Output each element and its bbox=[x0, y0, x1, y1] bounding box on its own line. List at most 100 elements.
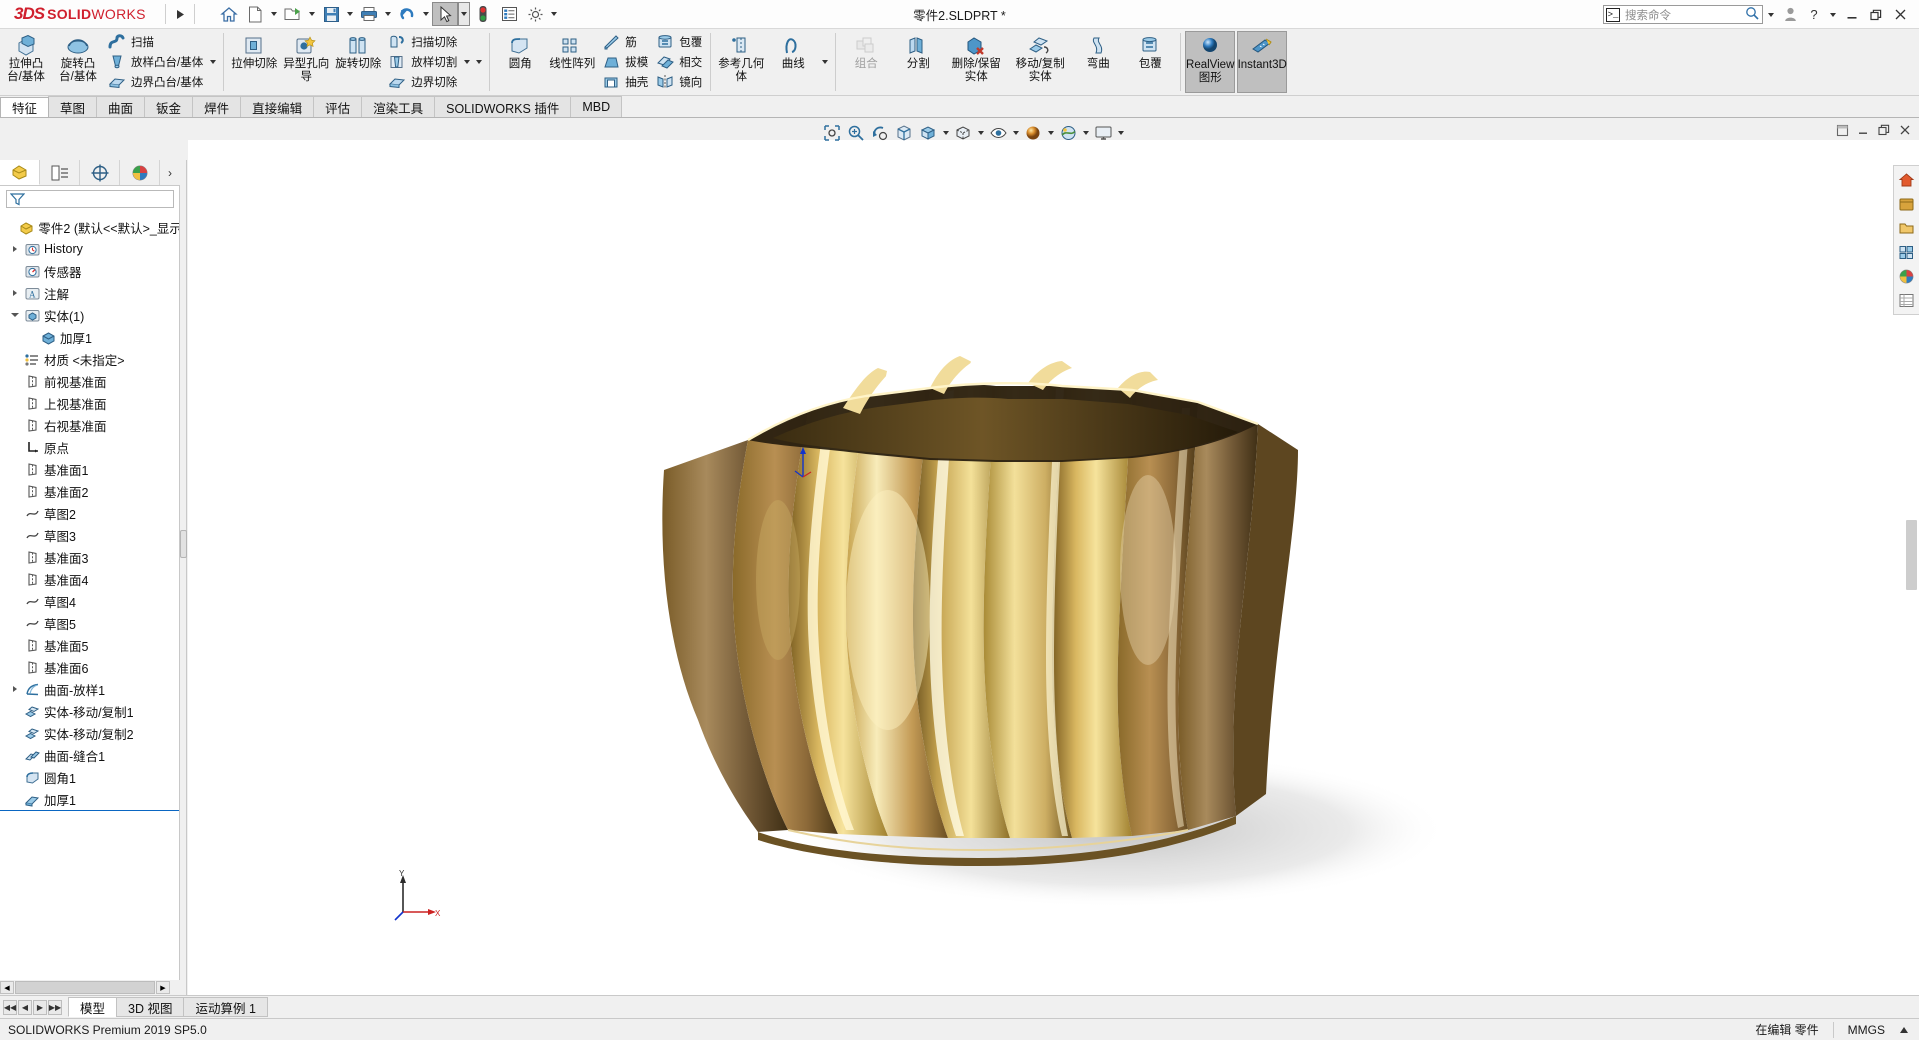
undo-chevron-down-icon[interactable] bbox=[420, 2, 432, 26]
reference-geometry-button[interactable]: 参考几何体 bbox=[715, 31, 767, 93]
boss-base-more-chevron-down-icon[interactable] bbox=[207, 31, 219, 93]
tab-weldments[interactable]: 焊件 bbox=[192, 96, 242, 117]
tree-sensors[interactable]: 传感器 bbox=[0, 260, 179, 282]
scene-chevron-down-icon[interactable] bbox=[1080, 121, 1091, 145]
user-account-icon[interactable] bbox=[1779, 4, 1801, 26]
view-settings-chevron-down-icon[interactable] bbox=[1115, 121, 1126, 145]
tree-plane6[interactable]: 基准面6 bbox=[0, 656, 179, 678]
previous-view-icon[interactable] bbox=[868, 121, 892, 145]
appearance-chevron-down-icon[interactable] bbox=[1045, 121, 1056, 145]
save-floppy-icon[interactable] bbox=[318, 2, 344, 26]
tree-plane2[interactable]: 基准面2 bbox=[0, 480, 179, 502]
tree-front-plane[interactable]: 前视基准面 bbox=[0, 370, 179, 392]
tree-surface-loft1[interactable]: 曲面-放样1 bbox=[0, 678, 179, 700]
file-explorer-icon[interactable] bbox=[1896, 217, 1918, 239]
open-folder-icon[interactable] bbox=[280, 2, 306, 26]
display-style-chevron-down-icon[interactable] bbox=[975, 121, 986, 145]
tree-sketch2[interactable]: 草图2 bbox=[0, 502, 179, 524]
bottom-tab-motion-study-1[interactable]: 运动算例 1 bbox=[183, 997, 268, 1017]
help-chevron-down-icon[interactable] bbox=[1827, 3, 1839, 27]
swept-cut-row[interactable]: 扫描切除 bbox=[384, 32, 461, 52]
revolved-cut-button[interactable]: 旋转切除 bbox=[332, 31, 384, 93]
design-library-icon[interactable] bbox=[1896, 193, 1918, 215]
model-viewport[interactable] bbox=[188, 140, 1919, 995]
bottom-tab-model[interactable]: 模型 bbox=[68, 997, 118, 1017]
linear-pattern-button[interactable]: 线性阵列 bbox=[546, 31, 598, 93]
tree-material[interactable]: 材质 <未指定> bbox=[0, 348, 179, 370]
tree-annotations[interactable]: A 注解 bbox=[0, 282, 179, 304]
zoom-area-icon[interactable] bbox=[844, 121, 868, 145]
hole-wizard-button[interactable]: 异型孔向导 bbox=[280, 31, 332, 93]
tab-mbd[interactable]: MBD bbox=[570, 96, 623, 117]
feature-tree-filter-input[interactable] bbox=[6, 190, 174, 208]
magnifier-icon[interactable] bbox=[1745, 6, 1759, 23]
tree-body-thicken1[interactable]: 加厚1 bbox=[0, 326, 179, 348]
tree-plane3[interactable]: 基准面3 bbox=[0, 546, 179, 568]
tree-body-move-copy1[interactable]: 实体-移动/复制1 bbox=[0, 700, 179, 722]
twisty[interactable] bbox=[8, 313, 22, 317]
cut-more-chevron-down-icon-2[interactable] bbox=[473, 31, 485, 93]
tab-surfaces[interactable]: 曲面 bbox=[96, 96, 146, 117]
panel-splitter[interactable] bbox=[180, 160, 187, 1011]
appearances-scenes-icon[interactable] bbox=[1896, 265, 1918, 287]
split-button[interactable]: 分割 bbox=[892, 31, 944, 93]
save-chevron-down-icon[interactable] bbox=[344, 2, 356, 26]
print-chevron-down-icon[interactable] bbox=[382, 2, 394, 26]
tree-plane5[interactable]: 基准面5 bbox=[0, 634, 179, 656]
tree-solid-bodies[interactable]: 实体(1) bbox=[0, 304, 179, 326]
new-doc-icon[interactable] bbox=[242, 2, 268, 26]
extruded-boss-base-button[interactable]: 拉伸凸台/基体 bbox=[0, 31, 52, 93]
cursor-arrow-icon[interactable] bbox=[432, 2, 458, 26]
last-tab-button[interactable]: ▶▶ bbox=[48, 999, 62, 1015]
curves-button[interactable]: 曲线 bbox=[767, 31, 819, 93]
view-orientation-chevron-down-icon[interactable] bbox=[940, 121, 951, 145]
move-copy-body-button[interactable]: 移动/复制实体 bbox=[1008, 31, 1072, 93]
tree-plane1[interactable]: 基准面1 bbox=[0, 458, 179, 480]
tree-sketch3[interactable]: 草图3 bbox=[0, 524, 179, 546]
hide-show-chevron-down-icon[interactable] bbox=[1010, 121, 1021, 145]
display-style-icon[interactable] bbox=[951, 121, 975, 145]
feature-manager-tab[interactable] bbox=[0, 160, 40, 185]
printer-icon[interactable] bbox=[356, 2, 382, 26]
tree-plane4[interactable]: 基准面4 bbox=[0, 568, 179, 590]
swept-boss-row[interactable]: 扫描 bbox=[104, 32, 207, 52]
tree-root-part[interactable]: 零件2 (默认<<默认>_显示) bbox=[0, 216, 179, 238]
scene-icon[interactable] bbox=[1056, 121, 1080, 145]
tree-surface-knit1[interactable]: 曲面-缝合1 bbox=[0, 744, 179, 766]
appearance-sphere-icon[interactable] bbox=[1021, 121, 1045, 145]
hide-show-eye-icon[interactable] bbox=[986, 121, 1010, 145]
tab-direct-editing[interactable]: 直接编辑 bbox=[240, 96, 315, 117]
splitter-grip[interactable] bbox=[180, 530, 187, 558]
boundary-cut-row[interactable]: 边界切除 bbox=[384, 72, 461, 92]
reference-more-chevron-down-icon[interactable] bbox=[819, 31, 831, 93]
section-view-icon[interactable] bbox=[892, 121, 916, 145]
search-input[interactable]: >_ 搜索命令 bbox=[1603, 5, 1763, 24]
scroll-right-arrow[interactable]: ▶ bbox=[156, 981, 170, 994]
traffic-light-icon[interactable] bbox=[470, 2, 496, 26]
minimize-icon[interactable] bbox=[1855, 122, 1871, 138]
tab-features[interactable]: 特征 bbox=[0, 97, 50, 118]
minimize-icon[interactable] bbox=[1841, 4, 1863, 26]
view-settings-icon[interactable] bbox=[1091, 121, 1115, 145]
shell-row[interactable]: 抽壳 bbox=[598, 72, 652, 92]
status-units-label[interactable]: MMGS bbox=[1834, 1019, 1899, 1041]
rib-row[interactable]: 筋 bbox=[598, 32, 652, 52]
display-manager-tab[interactable] bbox=[120, 160, 160, 185]
tree-body-move-copy2[interactable]: 实体-移动/复制2 bbox=[0, 722, 179, 744]
view-orientation-cube-icon[interactable] bbox=[916, 121, 940, 145]
close-icon[interactable] bbox=[1897, 122, 1913, 138]
graphics-vertical-scrollbar[interactable] bbox=[1906, 520, 1917, 590]
list-properties-icon[interactable] bbox=[496, 2, 522, 26]
restore-icon[interactable] bbox=[1876, 122, 1892, 138]
extruded-cut-button[interactable]: 拉伸切除 bbox=[228, 31, 280, 93]
combine-button[interactable]: 组合 bbox=[840, 31, 892, 93]
tree-top-plane[interactable]: 上视基准面 bbox=[0, 392, 179, 414]
wrap-row[interactable]: 包覆 bbox=[652, 32, 706, 52]
custom-properties-icon[interactable] bbox=[1896, 289, 1918, 311]
instant3d-toggle[interactable]: Instant3D bbox=[1237, 31, 1288, 93]
tab-render-tools[interactable]: 渲染工具 bbox=[361, 96, 436, 117]
fillet-button[interactable]: 圆角 bbox=[494, 31, 546, 93]
tab-sketch[interactable]: 草图 bbox=[48, 96, 98, 117]
intersect-row[interactable]: 相交 bbox=[652, 52, 706, 72]
tree-fillet1[interactable]: 圆角1 bbox=[0, 766, 179, 788]
